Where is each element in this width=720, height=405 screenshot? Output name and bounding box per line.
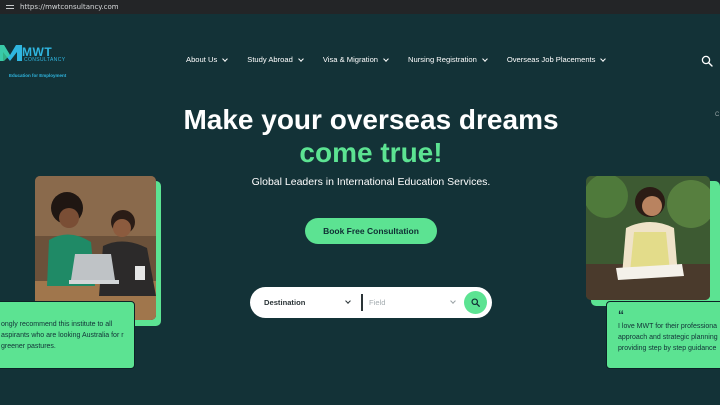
field-select[interactable]: Field [369,287,459,318]
search-icon [471,298,480,307]
chevron-down-icon [298,55,304,62]
student-reading-photo [586,176,710,300]
mwt-logo[interactable]: MWT CONSULTANCY Education for Employment [0,40,70,82]
logo-mark-icon [0,45,22,61]
chevron-down-icon [450,298,456,304]
nav-label: About Us [186,55,218,64]
students-illustration [35,176,156,320]
nav-label: Nursing Registration [408,55,477,64]
chevron-down-icon [481,55,488,62]
field-select-label: Field [369,298,386,307]
right-hero-photo [586,176,720,306]
nav-study-abroad[interactable]: Study Abroad [247,55,304,64]
chevron-down-icon [345,298,351,304]
nav-about-us[interactable]: About Us [186,55,229,64]
chevron-down-icon [383,55,389,62]
destination-select[interactable]: Destination [264,287,354,318]
chevron-down-icon [600,55,607,62]
nav-nursing-registration[interactable]: Nursing Registration [408,55,488,64]
search-submit-button[interactable] [464,291,487,314]
nav-label: Study Abroad [247,55,293,64]
nav-overseas-job-placements[interactable]: Overseas Job Placements [506,55,607,64]
course-search-bar: Destination Field [250,287,492,318]
browser-url-bar[interactable]: https://mwtconsultancy.com [0,0,720,14]
destination-select-label: Destination [264,298,306,307]
book-consultation-button[interactable]: Book Free Consultation [305,218,437,244]
carousel-edge-text: C [715,112,720,118]
hero-title-highlight: come true! [299,137,443,168]
nav-label: Overseas Job Placements [506,55,596,64]
url-text[interactable]: https://mwtconsultancy.com [20,3,119,11]
testimonial-card-left: ongly recommend this institute to all as… [0,301,135,369]
hero-title: Make your overseas dreams [183,104,559,135]
student-illustration [586,176,710,300]
logo-sub-text: CONSULTANCY [24,57,66,63]
main-nav: About Us Study Abroad Visa & Migration N… [186,55,625,64]
testimonial-text: ongly recommend this institute to all as… [1,321,124,350]
quote-icon: “ [618,308,624,322]
nav-visa-migration[interactable]: Visa & Migration [322,55,389,64]
testimonial-text: I love MWT for their professiona approac… [618,323,718,352]
site-settings-icon[interactable] [6,3,14,11]
testimonial-card-right: “ I love MWT for their professiona appro… [606,301,720,369]
search-icon[interactable] [701,55,713,67]
chevron-down-icon [222,55,229,62]
search-divider [361,294,363,311]
students-laptop-photo [35,176,156,320]
logo-tagline: Education for Employment [9,73,67,78]
nav-label: Visa & Migration [322,55,379,64]
